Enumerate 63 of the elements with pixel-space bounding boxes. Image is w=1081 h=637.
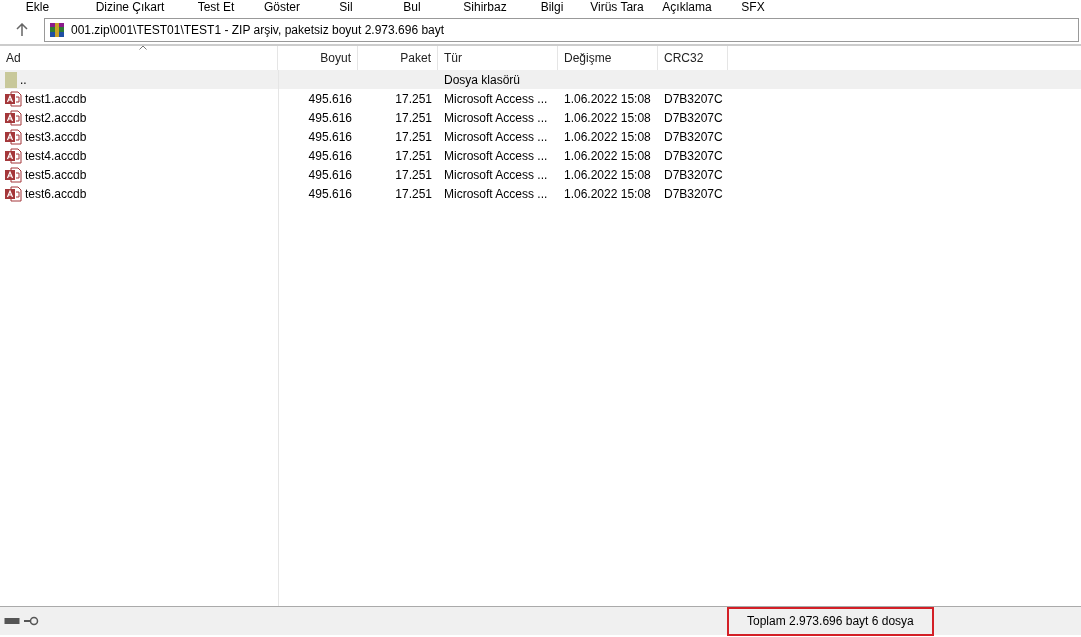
table-cell-text: 17.251: [395, 185, 432, 203]
table-cell-text: 17.251: [395, 128, 432, 146]
table-cell-text: 1.06.2022 15:08: [564, 90, 651, 108]
table-cell-text: D7B3207C: [664, 166, 723, 184]
toolbar-button[interactable]: Sihirbaz: [449, 0, 521, 14]
file-name[interactable]: ..: [20, 70, 27, 89]
path-text: 001.zip\001\TEST01\TEST1 - ZIP arşiv, paketsiz boyut 2.973.696 bayt: [71, 21, 445, 39]
table-cell-text: Dosya klasörü: [444, 71, 521, 89]
toolbar-button[interactable]: Bilgi: [521, 0, 583, 14]
file-name[interactable]: test3.accdb: [25, 127, 87, 146]
toolbar-button[interactable]: Açıklama: [651, 0, 723, 14]
table-cell-text: 17.251: [395, 109, 432, 127]
archive-icon: [49, 21, 65, 38]
database-file-icon: [5, 147, 22, 164]
toolbar-button[interactable]: Dizine Çıkart: [75, 0, 185, 14]
table-cell-text: 495.616: [308, 109, 352, 127]
table-cell-text: 495.616: [308, 90, 352, 108]
drive-icon: [4, 617, 20, 625]
table-cell-text: D7B3207C: [664, 128, 723, 146]
table-cell-text: 495.616: [308, 166, 352, 184]
table-cell-text: 495.616: [308, 185, 352, 203]
toolbar-button[interactable]: Bul: [375, 0, 449, 14]
status-total: Toplam 2.973.696 bayt 6 dosya: [727, 606, 934, 636]
table-cell-text: 1.06.2022 15:08: [564, 128, 651, 146]
table-cell-text: 17.251: [395, 166, 432, 184]
table-cell-text: 17.251: [395, 90, 432, 108]
table-cell-text: 1.06.2022 15:08: [564, 185, 651, 203]
table-cell-text: 1.06.2022 15:08: [564, 147, 651, 165]
table-cell-text: 495.616: [308, 128, 352, 146]
file-name[interactable]: test2.accdb: [25, 108, 87, 127]
file-name[interactable]: test4.accdb: [25, 146, 87, 165]
toolbar-button[interactable]: SFX: [723, 0, 783, 14]
table-cell-text: Microsoft Access ...: [444, 185, 548, 203]
toolbar-button[interactable]: Ekle: [0, 0, 75, 14]
database-file-icon: [5, 90, 22, 107]
database-file-icon: [5, 166, 22, 183]
table-cell-text: D7B3207C: [664, 185, 723, 203]
database-file-icon: [5, 185, 22, 202]
key-icon: [23, 616, 39, 626]
table-cell-text: 495.616: [308, 147, 352, 165]
toolbar-button[interactable]: Test Et: [185, 0, 247, 14]
toolbar-button[interactable]: Göster: [247, 0, 317, 14]
table-cell-text: Microsoft Access ...: [444, 109, 548, 127]
table-cell-text: D7B3207C: [664, 90, 723, 108]
table-cell-text: Microsoft Access ...: [444, 90, 548, 108]
file-name[interactable]: test5.accdb: [25, 165, 87, 184]
database-file-icon: [5, 109, 22, 126]
table-cell-text: Microsoft Access ...: [444, 128, 548, 146]
file-name[interactable]: test1.accdb: [25, 89, 87, 108]
path-field[interactable]: 001.zip\001\TEST01\TEST1 - ZIP arşiv, paketsiz boyut 2.973.696 bayt: [44, 17, 1079, 42]
up-arrow-icon[interactable]: [16, 23, 28, 36]
table-cell-text: D7B3207C: [664, 109, 723, 127]
folder-icon: [5, 71, 17, 88]
table-cell-text: D7B3207C: [664, 147, 723, 165]
table-cell-text: 17.251: [395, 147, 432, 165]
table-cell-text: Microsoft Access ...: [444, 147, 548, 165]
table-cell-text: 1.06.2022 15:08: [564, 166, 651, 184]
file-name[interactable]: test6.accdb: [25, 184, 87, 203]
toolbar-button[interactable]: Virüs Tara: [583, 0, 651, 14]
toolbar-button[interactable]: Sil: [317, 0, 375, 14]
database-file-icon: [5, 128, 22, 145]
table-cell-text: Microsoft Access ...: [444, 166, 548, 184]
table-cell-text: 1.06.2022 15:08: [564, 109, 651, 127]
